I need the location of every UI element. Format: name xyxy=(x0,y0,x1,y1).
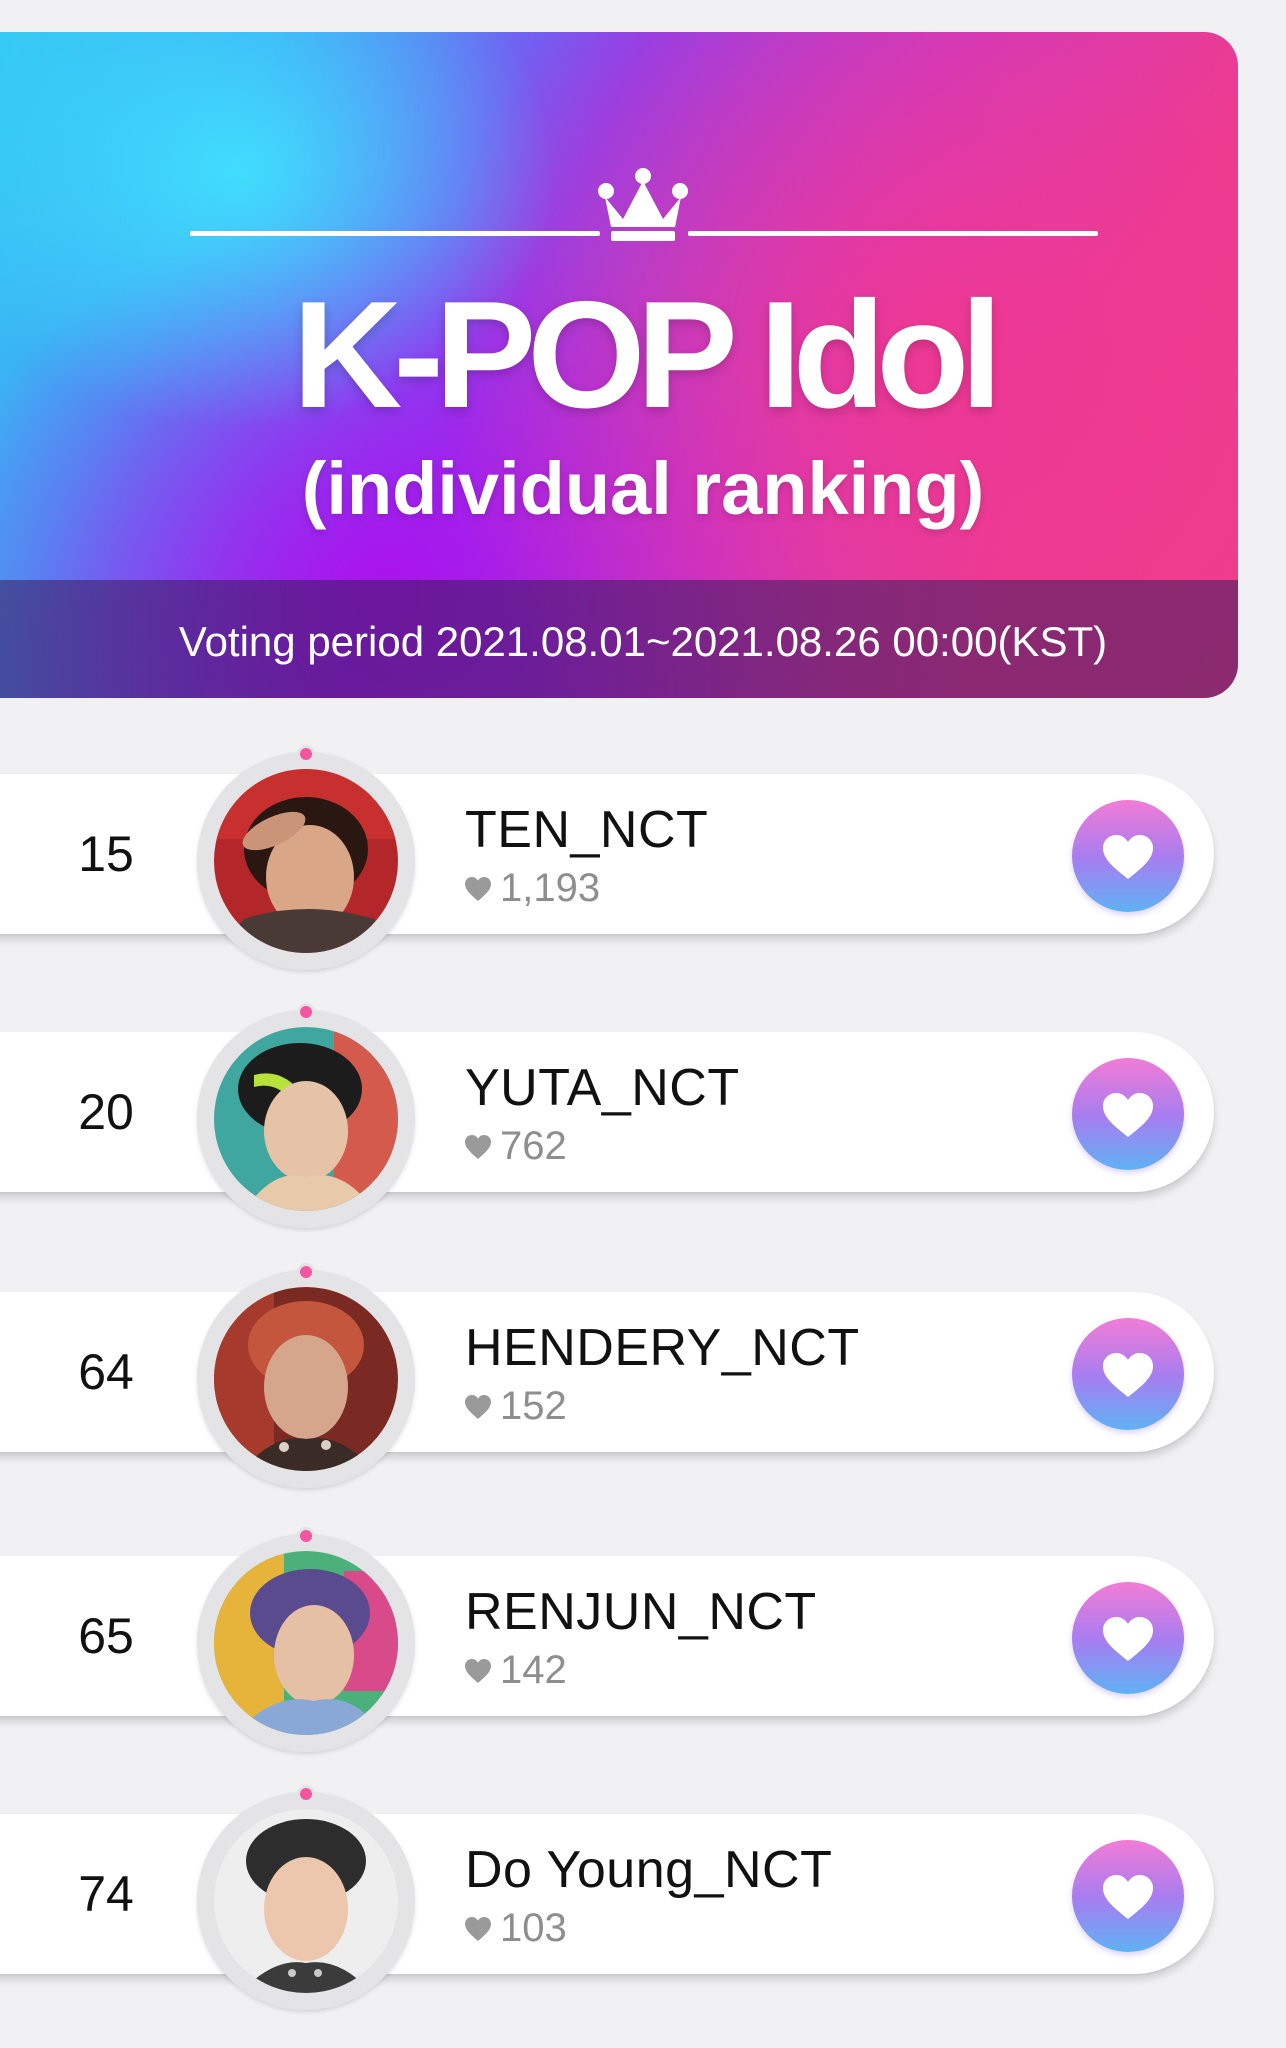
avatar[interactable] xyxy=(197,1263,415,1488)
avatar[interactable] xyxy=(197,1003,415,1228)
heart-icon xyxy=(465,1659,491,1683)
heart-icon xyxy=(1103,1093,1153,1137)
vote-count-value: 103 xyxy=(500,1906,567,1950)
rank-number: 15 xyxy=(78,826,134,882)
rank-number: 64 xyxy=(78,1344,134,1400)
idol-name: HENDERY_NCT xyxy=(465,1319,860,1377)
banner-title: K-POP Idol xyxy=(292,270,1002,440)
vote-button[interactable] xyxy=(1072,1318,1184,1430)
avatar-indicator xyxy=(297,745,315,763)
heart-icon xyxy=(1103,1353,1153,1397)
idol-name: RENJUN_NCT xyxy=(465,1583,817,1641)
ranking-item[interactable]: 20 YUTA_NCT 762 xyxy=(0,978,1286,1228)
vote-button[interactable] xyxy=(1072,800,1184,912)
avatar-image xyxy=(214,769,398,953)
heart-icon xyxy=(465,1917,491,1941)
ranking-banner: K-POP Idol (individual ranking) Voting p… xyxy=(0,32,1238,698)
vote-button[interactable] xyxy=(1072,1058,1184,1170)
avatar[interactable] xyxy=(197,1785,415,2010)
vote-count-value: 762 xyxy=(500,1124,567,1168)
avatar-image xyxy=(214,1551,398,1735)
avatar-indicator xyxy=(297,1785,315,1803)
idol-name: Do Young_NCT xyxy=(465,1841,833,1899)
vote-count-value: 142 xyxy=(500,1648,567,1692)
voting-period-text: Voting period 2021.08.01~2021.08.26 00:0… xyxy=(178,618,1108,665)
rank-number: 74 xyxy=(78,1866,134,1922)
vote-count: 142 xyxy=(464,1648,567,1692)
banner-divider-right xyxy=(688,231,1098,236)
crown-icon xyxy=(598,168,688,241)
vote-count: 152 xyxy=(464,1384,567,1428)
banner-subtitle: (individual ranking) xyxy=(301,447,985,530)
heart-icon xyxy=(1103,835,1153,879)
ranking-item[interactable]: 64 HENDERY_NCT 152 xyxy=(0,1238,1286,1488)
idol-name: YUTA_NCT xyxy=(465,1059,740,1117)
vote-count-value: 152 xyxy=(500,1384,567,1428)
vote-count: 1,193 xyxy=(464,866,600,910)
heart-icon xyxy=(465,1135,491,1159)
ranking-item[interactable]: 74 Do Young_NCT 103 xyxy=(0,1760,1286,2010)
ranking-item[interactable]: 65 RENJUN_NCT 142 xyxy=(0,1502,1286,1752)
avatar-indicator xyxy=(297,1263,315,1281)
ranking-item[interactable]: 15 TEN_NCT 1,193 xyxy=(0,720,1286,970)
voting-period-bar: Voting period 2021.08.01~2021.08.26 00:0… xyxy=(0,580,1238,698)
avatar[interactable] xyxy=(197,1527,415,1752)
rank-number: 65 xyxy=(78,1608,134,1664)
avatar-indicator xyxy=(297,1003,315,1021)
heart-icon xyxy=(465,877,491,901)
avatar-indicator xyxy=(297,1527,315,1545)
heart-icon xyxy=(1103,1617,1153,1661)
vote-button[interactable] xyxy=(1072,1582,1184,1694)
avatar-image xyxy=(214,1027,398,1211)
avatar[interactable] xyxy=(197,745,415,970)
rank-number: 20 xyxy=(78,1084,134,1140)
avatar-image xyxy=(214,1287,398,1471)
heart-icon xyxy=(465,1395,491,1419)
idol-name: TEN_NCT xyxy=(465,801,709,859)
avatar-image xyxy=(214,1809,398,1993)
vote-count: 103 xyxy=(464,1906,567,1950)
banner-divider-left xyxy=(190,231,600,236)
vote-count: 762 xyxy=(464,1124,567,1168)
vote-count-value: 1,193 xyxy=(500,866,601,910)
heart-icon xyxy=(1103,1875,1153,1919)
vote-button[interactable] xyxy=(1072,1840,1184,1952)
